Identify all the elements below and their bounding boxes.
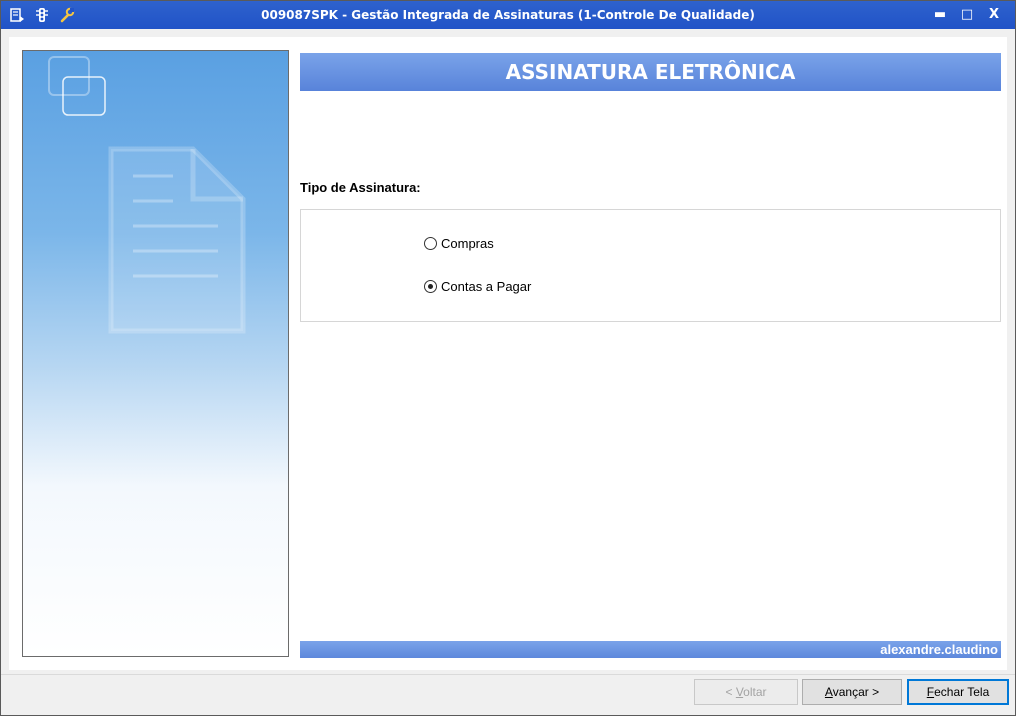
signature-type-label: Tipo de Assinatura: — [300, 180, 421, 195]
radio-contas-a-pagar[interactable]: Contas a Pagar — [424, 279, 531, 294]
title-bar[interactable]: 009087SPK - Gestão Integrada de Assinatu… — [1, 1, 1015, 29]
signature-type-group: Compras Contas a Pagar — [300, 209, 1001, 322]
next-button[interactable]: Avançar > — [802, 679, 902, 705]
radio-button-unselected[interactable] — [424, 237, 437, 250]
close-screen-button[interactable]: Fechar Tela — [907, 679, 1009, 705]
application-window: 009087SPK - Gestão Integrada de Assinatu… — [0, 0, 1016, 716]
page-title: ASSINATURA ELETRÔNICA — [300, 53, 1001, 91]
user-status-bar: alexandre.claudino — [300, 641, 1001, 658]
radio-compras[interactable]: Compras — [424, 236, 494, 251]
username: alexandre.claudino — [880, 642, 998, 657]
radio-dot-icon — [428, 284, 433, 289]
radio-button-selected[interactable] — [424, 280, 437, 293]
wizard-sidebar-banner — [22, 50, 289, 657]
window-title: 009087SPK - Gestão Integrada de Assinatu… — [261, 8, 755, 22]
close-window-button[interactable]: X — [983, 6, 1005, 24]
radio-contas-a-pagar-label: Contas a Pagar — [441, 279, 532, 294]
radio-compras-label: Compras — [441, 236, 494, 251]
document-banner-icon — [48, 56, 246, 334]
maximize-button[interactable]: □ — [956, 6, 978, 24]
wizard-content: ASSINATURA ELETRÔNICA Tipo de Assinatura… — [9, 37, 1007, 670]
minimize-button[interactable]: ▬ — [929, 6, 951, 24]
back-button[interactable]: < Voltar — [694, 679, 798, 705]
divider — [1, 674, 1015, 675]
